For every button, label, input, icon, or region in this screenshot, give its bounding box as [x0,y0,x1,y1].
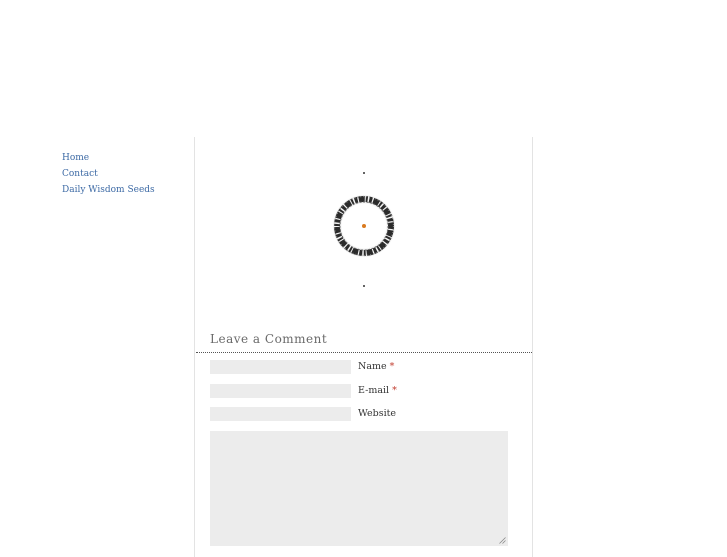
name-field[interactable] [210,360,351,374]
name-label: Name * [358,360,394,374]
bottom-dot [363,285,365,287]
comment-heading: Leave a Comment [210,332,328,346]
website-field[interactable] [210,407,351,421]
enso-circle-icon [333,195,395,257]
nav-link-home[interactable]: Home [62,150,155,166]
main-content: Leave a Comment Name * E-mail * Website [194,137,533,557]
email-label-text: E-mail [358,385,390,396]
top-dot [363,172,365,174]
resize-grip-icon[interactable] [499,537,506,544]
name-label-text: Name [358,361,387,372]
name-required-mark: * [389,361,395,372]
website-label: Website [358,408,397,419]
email-required-mark: * [392,385,397,396]
nav-link-contact[interactable]: Contact [62,166,155,182]
email-label: E-mail * [358,384,397,398]
heading-divider [196,352,532,353]
email-field[interactable] [210,384,351,398]
sidebar-nav: Home Contact Daily Wisdom Seeds [62,150,155,198]
nav-link-daily-wisdom-seeds[interactable]: Daily Wisdom Seeds [62,182,155,198]
comment-textarea[interactable] [210,431,508,546]
